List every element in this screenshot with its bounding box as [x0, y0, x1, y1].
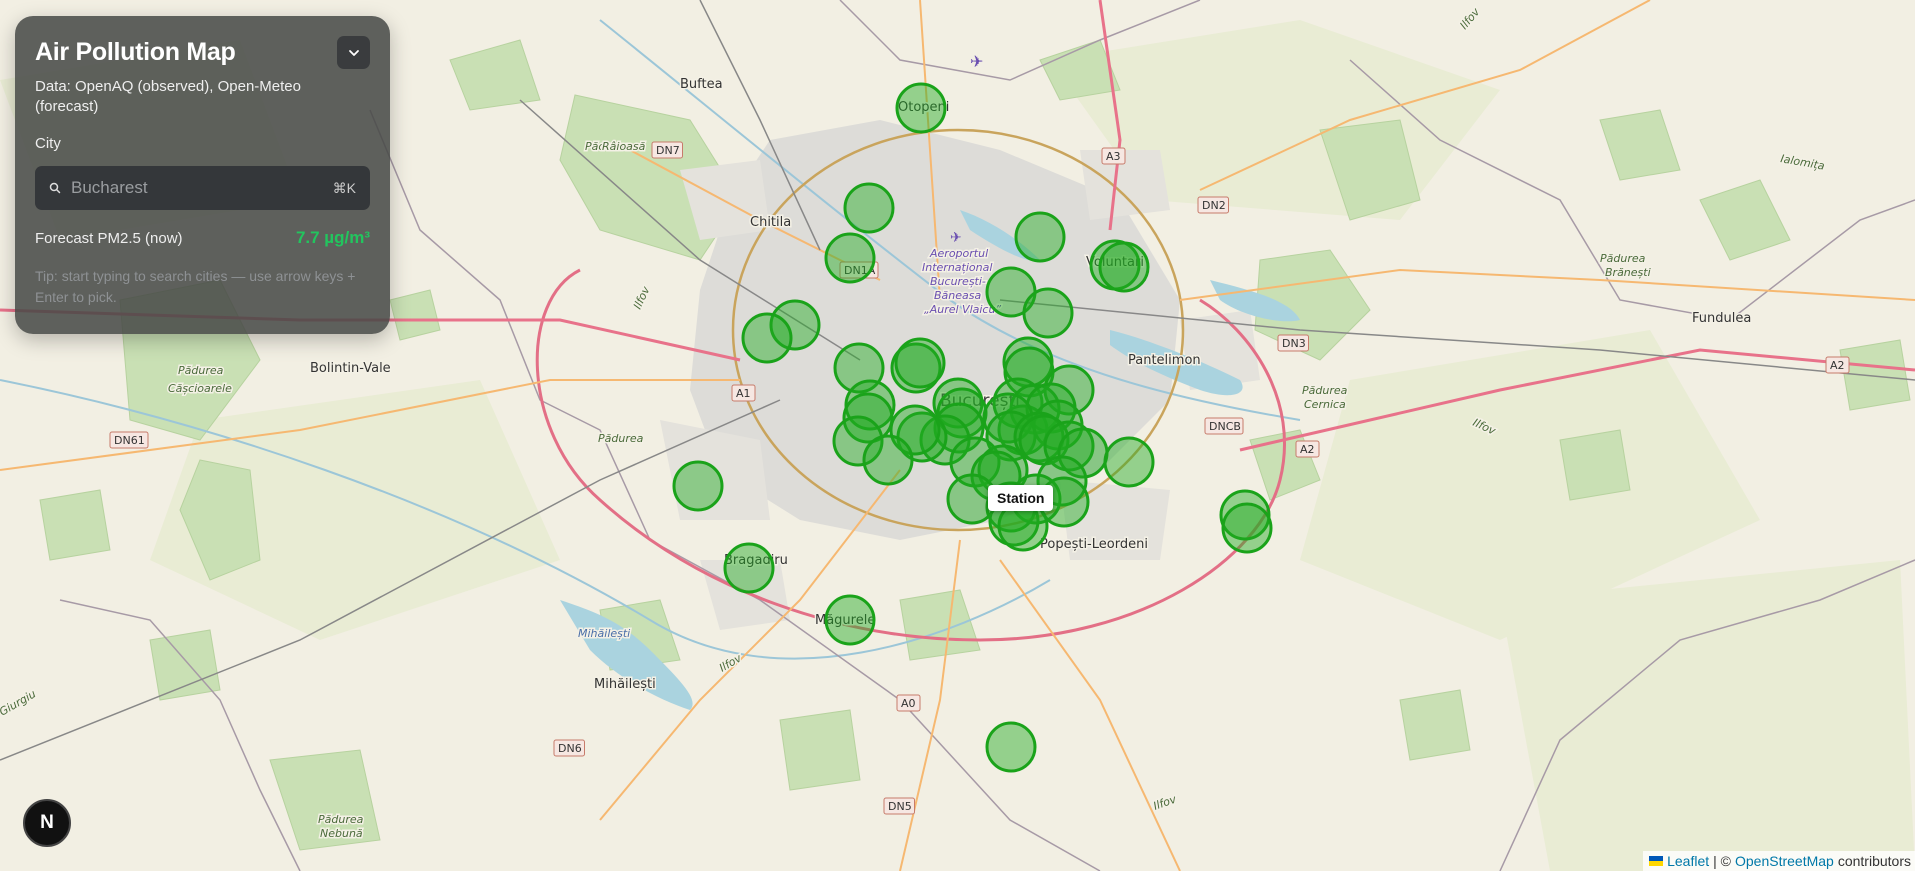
station-marker[interactable]	[895, 82, 947, 134]
place-label: Pădurea	[598, 432, 644, 445]
road-shield: DN61	[109, 431, 149, 449]
svg-text:A2: A2	[1300, 443, 1315, 456]
road-shield: DN7	[651, 141, 683, 159]
svg-text:A1: A1	[736, 387, 751, 400]
airport-icon: ✈	[970, 52, 983, 71]
station-marker[interactable]	[1098, 241, 1150, 293]
station-tooltip: Station	[988, 485, 1054, 511]
station-marker[interactable]	[1103, 436, 1155, 488]
airport-icon: ✈	[950, 230, 962, 246]
chevron-down-icon	[348, 49, 359, 56]
shortcut-hint: ⌘K	[332, 179, 356, 196]
svg-text:DN2: DN2	[1202, 199, 1226, 212]
nature-label: Cernica	[1304, 398, 1346, 411]
nature-label: Pădurea	[1302, 384, 1348, 397]
attribution-separator: | ©	[1713, 853, 1731, 869]
city-search-input[interactable]	[71, 178, 333, 198]
airport-label: Internațional	[922, 261, 992, 274]
station-marker[interactable]	[843, 182, 895, 234]
search-icon	[49, 182, 61, 194]
airport-label: Băneasa	[934, 289, 981, 302]
osm-link[interactable]: OpenStreetMap	[1735, 853, 1834, 869]
collapse-button[interactable]	[337, 36, 370, 69]
nature-label: Pădurea	[1600, 252, 1646, 265]
place-label: Popești-Leordeni	[1040, 537, 1148, 552]
airport-label: Aeroportul	[929, 247, 988, 260]
map-attribution: Leaflet | © OpenStreetMap contributors	[1643, 851, 1915, 871]
road-shield: A2	[1825, 356, 1850, 374]
tip-text: Tip: start typing to search cities — use…	[35, 268, 356, 305]
nature-label: Cășcioarele	[168, 382, 232, 395]
station-marker[interactable]	[824, 594, 876, 646]
svg-text:A2: A2	[1830, 359, 1845, 372]
nature-label: Nebună	[320, 827, 363, 840]
forecast-row: Forecast PM2.5 (now) 7.7 µg/m³	[35, 228, 370, 248]
svg-text:DN3: DN3	[1282, 337, 1306, 350]
svg-text:DN6: DN6	[558, 742, 582, 755]
place-label: Buftea	[680, 77, 723, 92]
station-marker[interactable]	[1221, 502, 1273, 554]
svg-text:DN7: DN7	[656, 144, 680, 157]
airport-label: București-	[930, 275, 986, 288]
station-marker[interactable]	[741, 312, 793, 364]
station-marker[interactable]	[1014, 211, 1066, 263]
svg-text:DN5: DN5	[888, 800, 912, 813]
svg-text:DNCB: DNCB	[1209, 420, 1241, 433]
road-shield: DNCB	[1204, 417, 1244, 435]
station-marker[interactable]	[862, 434, 914, 486]
nature-label: Râioasă	[602, 140, 646, 153]
station-marker[interactable]	[824, 232, 876, 284]
nextjs-logo-button[interactable]: N	[23, 799, 71, 847]
leaflet-link[interactable]: Leaflet	[1667, 853, 1709, 869]
svg-text:A3: A3	[1106, 150, 1121, 163]
forecast-label: Forecast PM2.5 (now)	[35, 230, 183, 247]
road-shield: DN6	[553, 739, 585, 757]
control-panel: Air Pollution Map Data: OpenAQ (observed…	[15, 16, 390, 334]
road-shield: DN3	[1277, 334, 1309, 352]
place-label: Bolintin-Vale	[310, 361, 391, 376]
data-source-text: Data: OpenAQ (observed), Open-Meteo (for…	[35, 78, 301, 115]
road-shield: A3	[1101, 147, 1126, 165]
forecast-value: 7.7 µg/m³	[295, 228, 370, 247]
road-shield: DN2	[1197, 196, 1229, 214]
station-marker[interactable]	[894, 337, 946, 389]
place-label: Pantelimon	[1128, 353, 1201, 368]
water-label: Mihăilești	[578, 627, 630, 640]
road-shield: A0	[896, 694, 921, 712]
nature-label: Pădurea	[318, 813, 364, 826]
place-label: Chitila	[750, 215, 791, 230]
svg-text:DN61: DN61	[114, 434, 145, 447]
station-marker[interactable]	[985, 721, 1037, 773]
nature-label: Pădurea	[178, 364, 224, 377]
attribution-suffix: contributors	[1837, 853, 1911, 869]
road-shield: A2	[1295, 440, 1320, 458]
nature-label: Brănești	[1605, 266, 1651, 279]
station-marker[interactable]	[672, 460, 724, 512]
road-shield: DN5	[883, 797, 915, 815]
city-search-box[interactable]: ⌘K	[35, 166, 370, 210]
svg-text:A0: A0	[901, 697, 916, 710]
place-label: Fundulea	[1692, 311, 1751, 326]
station-marker[interactable]	[723, 542, 775, 594]
panel-title: Air Pollution Map	[35, 38, 236, 66]
station-marker[interactable]	[1022, 287, 1074, 339]
place-label: Mihăilești	[594, 677, 656, 692]
city-label: City	[35, 135, 61, 152]
ukraine-flag-icon	[1649, 856, 1664, 866]
road-shield: A1	[731, 384, 756, 402]
